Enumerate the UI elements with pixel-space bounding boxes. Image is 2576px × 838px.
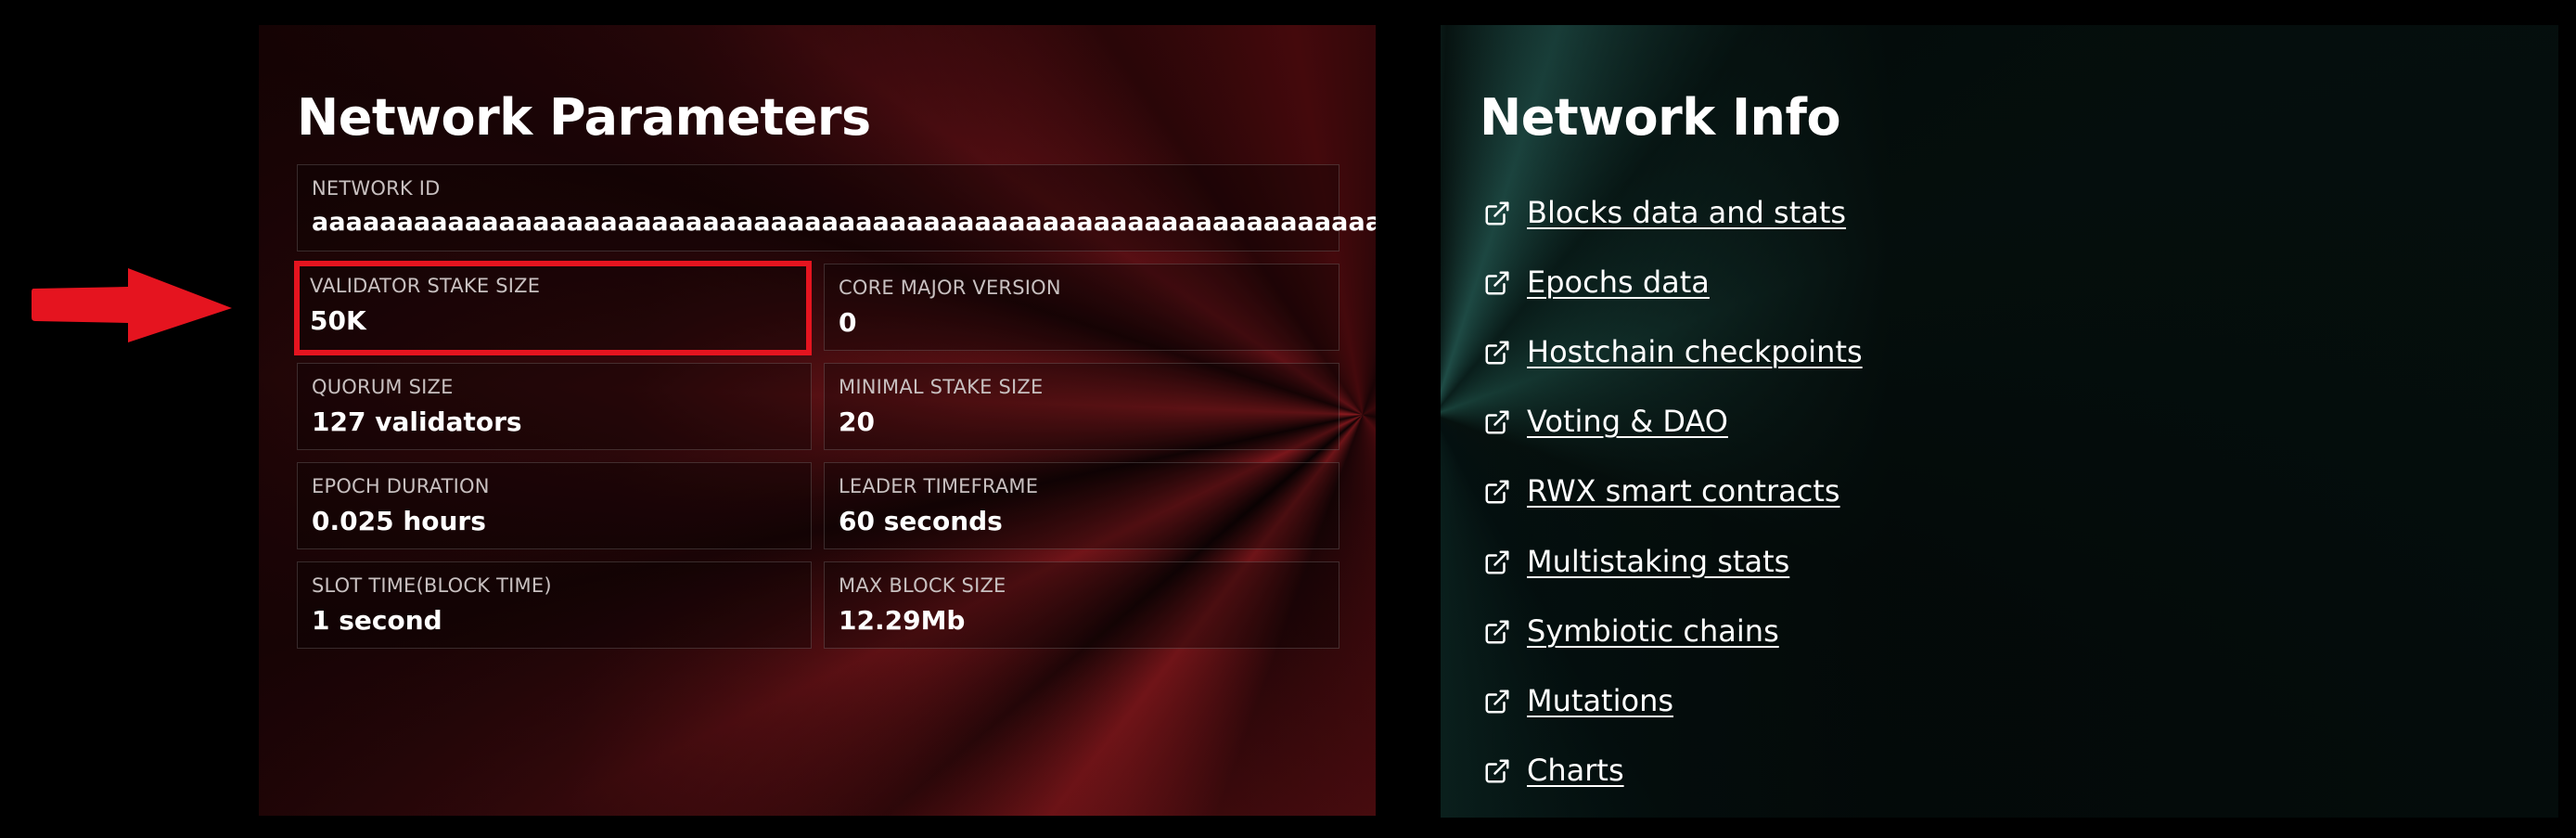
network-id-label: NETWORK ID [312,177,441,200]
external-link-icon [1485,201,1509,226]
slot-time-label: SLOT TIME(BLOCK TIME) [312,574,552,597]
core-major-version-value: 0 [839,307,857,338]
link-rwx-smart-contracts[interactable]: RWX smart contracts [1483,457,1863,526]
link-label[interactable]: Mutations [1527,683,1673,718]
quorum-size-value: 127 validators [312,406,522,437]
minimal-stake-size-label: MINIMAL STAKE SIZE [839,376,1044,398]
link-epochs-data[interactable]: Epochs data [1483,247,1863,316]
slot-time-cell: SLOT TIME(BLOCK TIME) 1 second [297,561,812,649]
external-link-icon [1485,690,1509,714]
external-link-icon [1485,620,1509,644]
network-info-panel: Network Info Blocks data and stats Epoch… [1441,25,2558,818]
slot-time-value: 1 second [312,605,442,636]
red-arrow-right-icon [32,268,232,342]
validator-stake-size-cell: VALIDATOR STAKE SIZE 50K [294,261,812,355]
epoch-duration-value: 0.025 hours [312,506,486,536]
link-voting-and-dao[interactable]: Voting & DAO [1483,387,1863,457]
leader-timeframe-label: LEADER TIMEFRAME [839,475,1039,497]
link-mutations[interactable]: Mutations [1483,665,1863,735]
validator-stake-size-value: 50K [310,305,366,336]
core-major-version-label: CORE MAJOR VERSION [839,277,1061,299]
epoch-duration-label: EPOCH DURATION [312,475,490,497]
core-major-version-cell: CORE MAJOR VERSION 0 [824,264,1339,351]
epoch-duration-cell: EPOCH DURATION 0.025 hours [297,462,812,549]
link-multistaking-stats[interactable]: Multistaking stats [1483,526,1863,596]
screen: Network Parameters NETWORK ID aaaaaaaaaa… [0,0,2576,838]
quorum-size-cell: QUORUM SIZE 127 validators [297,363,812,450]
link-charts[interactable]: Charts [1483,736,1863,806]
network-info-links: Blocks data and stats Epochs data Hostch… [1483,177,1863,806]
validator-stake-size-label: VALIDATOR STAKE SIZE [310,275,541,297]
leader-timeframe-value: 60 seconds [839,506,1003,536]
link-label[interactable]: Epochs data [1527,264,1710,300]
leader-timeframe-cell: LEADER TIMEFRAME 60 seconds [824,462,1339,549]
link-blocks-data-and-stats[interactable]: Blocks data and stats [1483,177,1863,247]
link-label[interactable]: Symbiotic chains [1527,613,1779,649]
link-symbiotic-chains[interactable]: Symbiotic chains [1483,596,1863,665]
network-id-value: aaaaaaaaaaaaaaaaaaaaaaaaaaaaaaaaaaaaaaaa… [312,208,1376,237]
external-link-icon [1485,410,1509,434]
link-label[interactable]: Hostchain checkpoints [1527,334,1863,369]
max-block-size-label: MAX BLOCK SIZE [839,574,1006,597]
external-link-icon [1485,759,1509,783]
network-id-cell: NETWORK ID aaaaaaaaaaaaaaaaaaaaaaaaaaaaa… [297,164,1376,251]
external-link-icon [1485,480,1509,504]
external-link-icon [1485,341,1509,365]
external-link-icon [1485,550,1509,574]
link-label[interactable]: Charts [1527,753,1624,788]
max-block-size-value: 12.29Mb [839,605,966,636]
link-label[interactable]: Voting & DAO [1527,404,1728,439]
minimal-stake-size-value: 20 [839,406,875,437]
minimal-stake-size-cell: MINIMAL STAKE SIZE 20 [824,363,1339,450]
network-parameters-title: Network Parameters [297,88,871,147]
network-parameters-panel: Network Parameters NETWORK ID aaaaaaaaaa… [259,25,1376,816]
network-info-title: Network Info [1480,88,1841,147]
link-hostchain-checkpoints[interactable]: Hostchain checkpoints [1483,316,1863,386]
link-label[interactable]: Multistaking stats [1527,544,1789,579]
max-block-size-cell: MAX BLOCK SIZE 12.29Mb [824,561,1339,649]
link-label[interactable]: Blocks data and stats [1527,195,1846,230]
external-link-icon [1485,271,1509,295]
quorum-size-label: QUORUM SIZE [312,376,454,398]
link-label[interactable]: RWX smart contracts [1527,473,1840,509]
